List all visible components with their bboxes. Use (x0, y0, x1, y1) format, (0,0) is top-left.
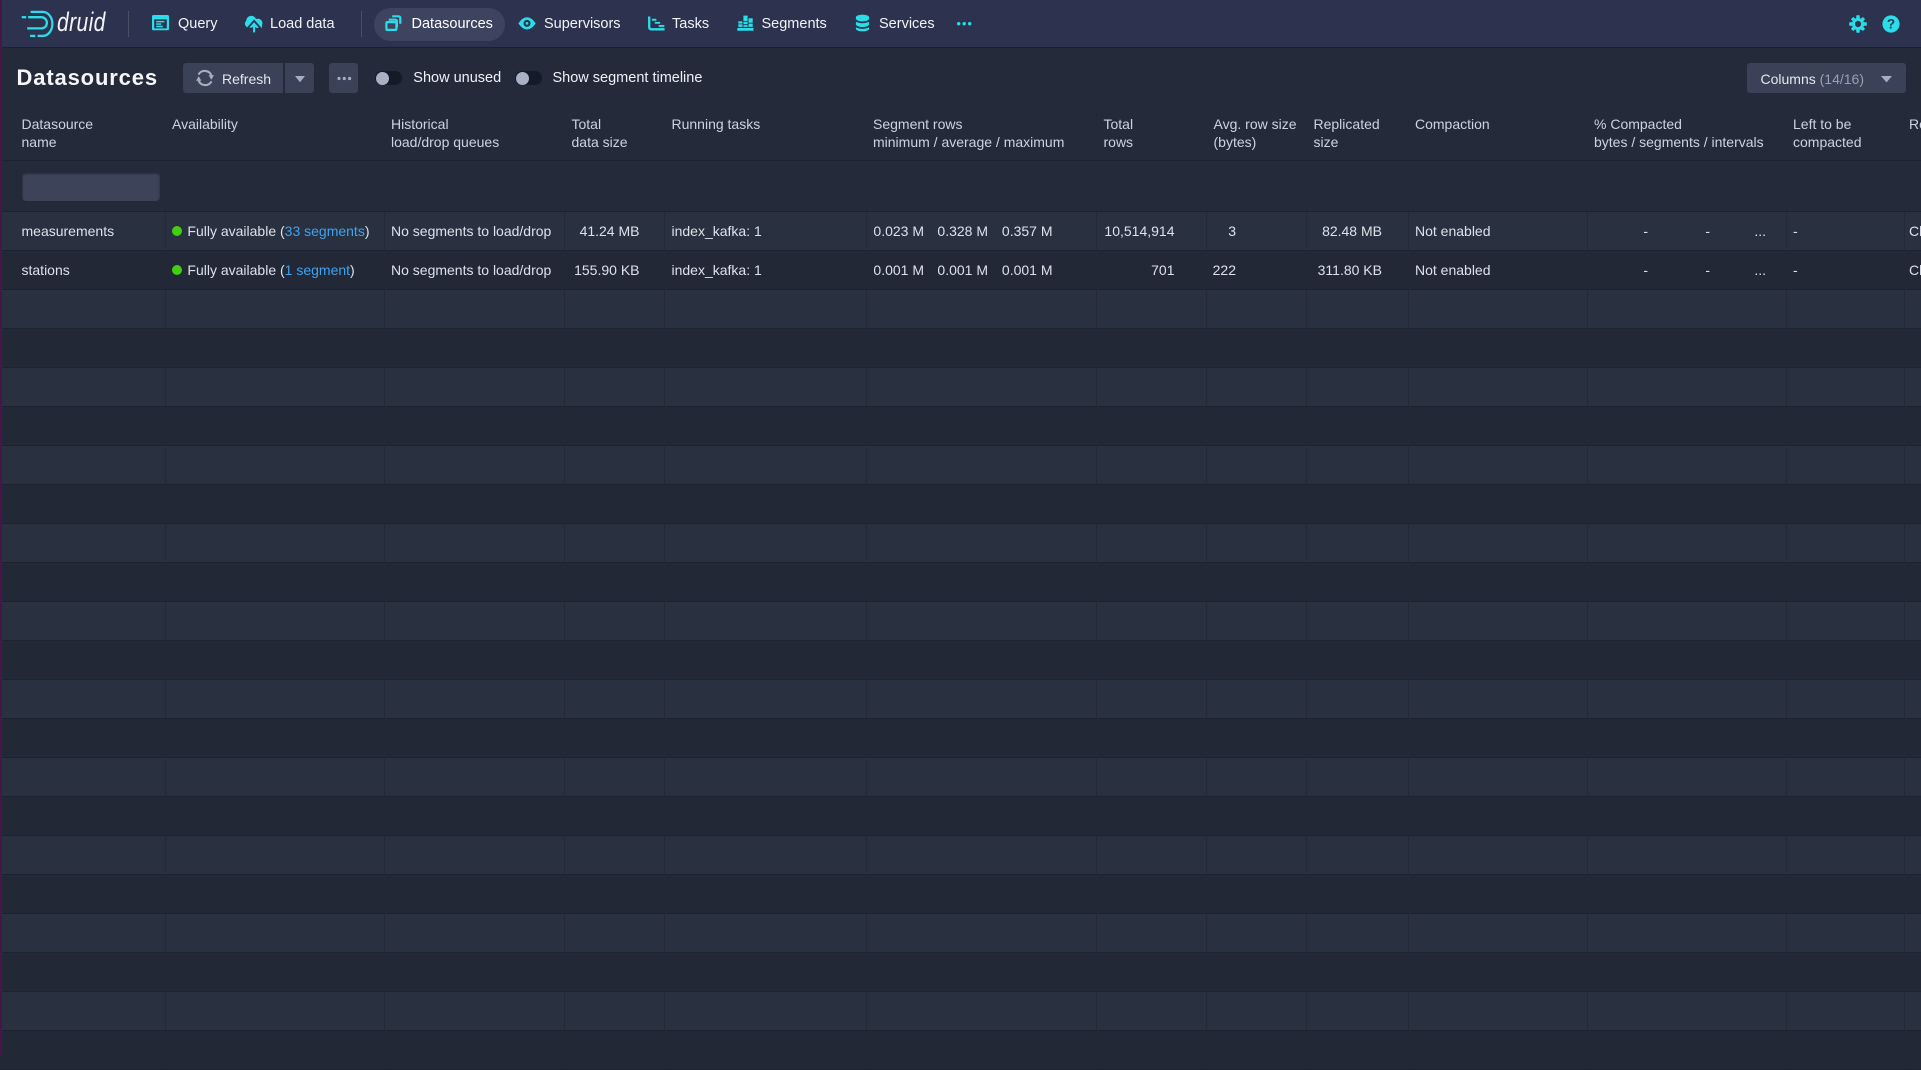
svg-text:?: ? (1886, 16, 1894, 31)
